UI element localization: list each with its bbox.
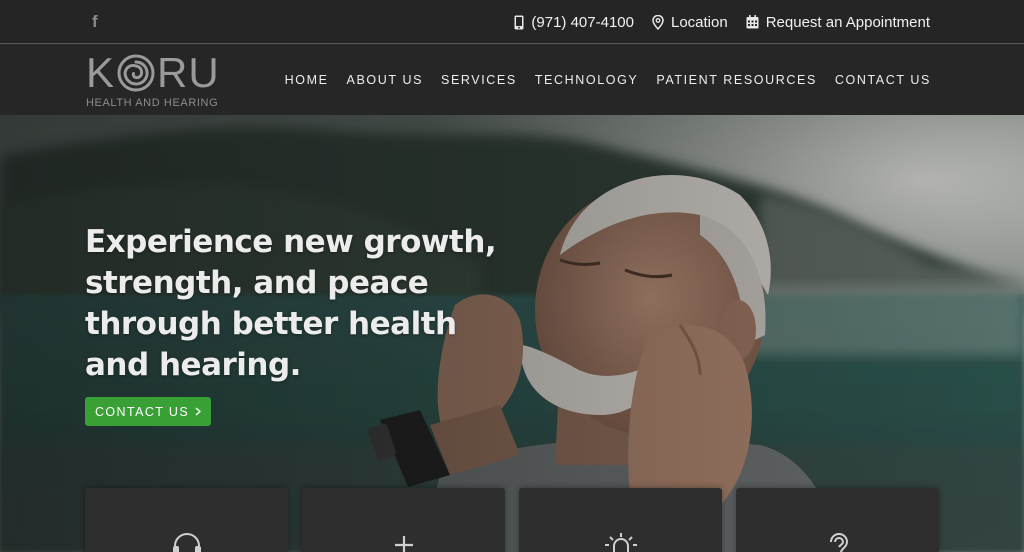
top-contact-links: (971) 407-4100 Location Request an Appoi… bbox=[514, 0, 930, 44]
hero-headline: Experience new growth, strength, and pea… bbox=[85, 224, 497, 383]
primary-nav: HOME ABOUT US SERVICES TECHNOLOGY PATIEN… bbox=[285, 45, 931, 115]
facebook-icon[interactable]: f bbox=[92, 13, 104, 31]
top-bar: f (971) 407-4100 Location Request an App… bbox=[0, 0, 1024, 44]
koru-logo[interactable]: K RU HEALTH AND HEARING bbox=[86, 49, 231, 111]
calendar-icon bbox=[746, 15, 759, 29]
cta-label: CONTACT US bbox=[95, 404, 190, 419]
location-link[interactable]: Location bbox=[652, 14, 728, 31]
plus-icon bbox=[391, 532, 417, 552]
koru-spiral-icon bbox=[117, 54, 155, 92]
nav-item-contact-us[interactable]: CONTACT US bbox=[835, 73, 931, 87]
service-card-ear[interactable] bbox=[736, 488, 939, 552]
hero-contact-us-button[interactable]: CONTACT US bbox=[85, 397, 212, 426]
headphones-icon bbox=[172, 532, 202, 552]
logo-letters-ru: RU bbox=[157, 49, 220, 96]
hero-section: Experience new growth, strength, and pea… bbox=[0, 115, 1024, 552]
service-card-hearing[interactable] bbox=[85, 488, 288, 552]
logo-letter-k: K bbox=[86, 49, 116, 96]
chevron-right-icon bbox=[195, 405, 202, 419]
nav-item-services[interactable]: SERVICES bbox=[441, 73, 517, 87]
logo-wordmark: K RU bbox=[86, 49, 220, 96]
main-navbar: K RU HEALTH AND HEARING HOME ABOUT US SE… bbox=[0, 45, 1024, 115]
service-card-health[interactable] bbox=[302, 488, 505, 552]
nav-item-technology[interactable]: TECHNOLOGY bbox=[535, 73, 639, 87]
alarm-light-icon bbox=[604, 532, 638, 552]
nav-item-about-us[interactable]: ABOUT US bbox=[347, 73, 423, 87]
phone-icon bbox=[514, 15, 524, 30]
logo-tagline: HEALTH AND HEARING bbox=[86, 97, 219, 109]
map-pin-icon bbox=[652, 14, 664, 30]
ear-icon bbox=[827, 532, 849, 552]
phone-number: (971) 407-4100 bbox=[531, 13, 634, 31]
appointment-link[interactable]: Request an Appointment bbox=[746, 14, 930, 31]
service-cards bbox=[85, 488, 939, 552]
service-card-tinnitus[interactable] bbox=[519, 488, 722, 552]
appointment-label: Request an Appointment bbox=[765, 13, 930, 31]
nav-item-home[interactable]: HOME bbox=[285, 73, 329, 87]
location-label: Location bbox=[670, 13, 728, 31]
nav-item-patient-resources[interactable]: PATIENT RESOURCES bbox=[656, 73, 817, 87]
phone-link[interactable]: (971) 407-4100 bbox=[514, 14, 634, 31]
